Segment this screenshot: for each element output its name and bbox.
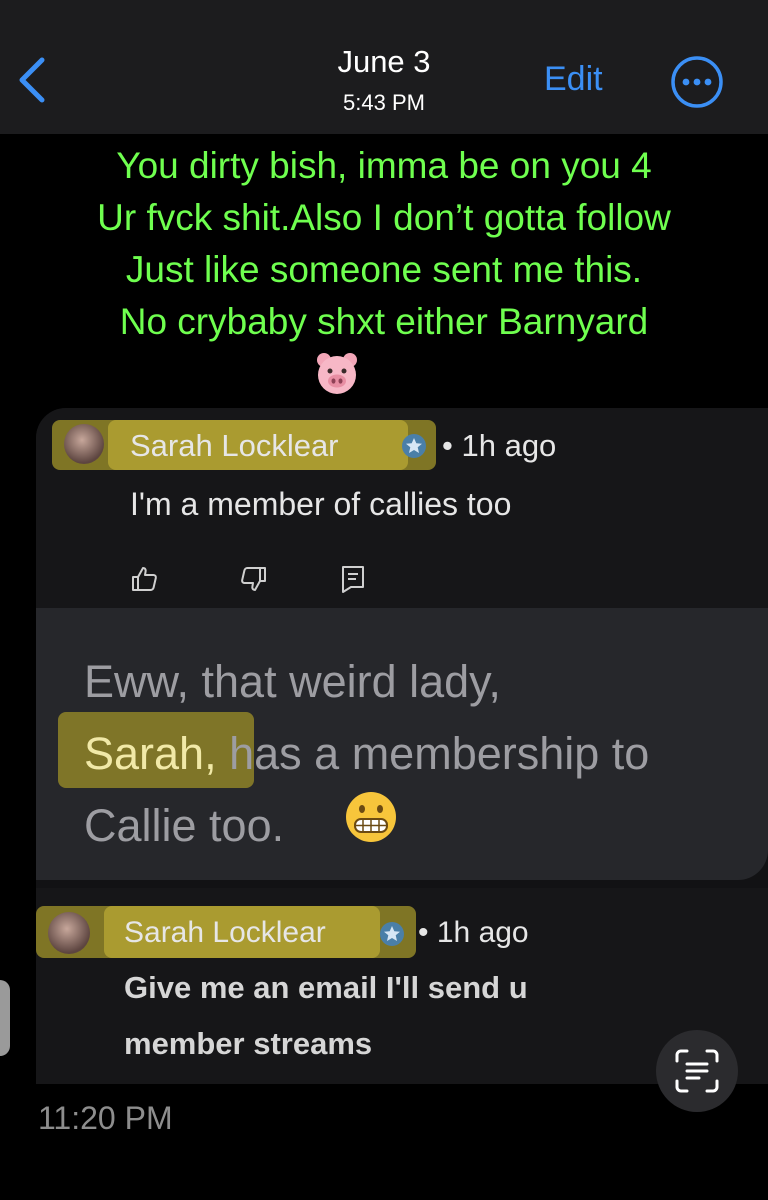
conversation-header: June 3 5:43 PM Edit	[0, 0, 768, 134]
verified-badge-icon	[402, 434, 426, 458]
quote-line: has a membership to	[229, 728, 650, 779]
message-caption: You dirty bish, imma be on you 4 Ur fvck…	[0, 140, 768, 348]
quote-text: Eww, that weird lady, Sarah, has a membe…	[84, 646, 764, 862]
pig-face-icon	[317, 353, 357, 394]
avatar	[48, 912, 90, 954]
ellipsis-circle-icon[interactable]	[670, 55, 724, 109]
meta-separator: •	[418, 916, 429, 949]
comment-author: Sarah Locklear	[124, 916, 326, 949]
edit-button[interactable]: Edit	[544, 60, 603, 99]
reply-icon[interactable]	[338, 564, 368, 594]
comment-meta: • 1h ago	[418, 916, 529, 950]
comment-text: member streams	[124, 1026, 373, 1061]
live-text-scan-icon	[675, 1049, 719, 1093]
message-timestamp: 11:20 PM	[38, 1100, 173, 1136]
caption-line: Just like someone sent me this.	[125, 249, 643, 290]
thumbs-up-icon[interactable]	[130, 564, 160, 594]
comment-time: 1h ago	[436, 916, 529, 949]
meta-separator: •	[442, 428, 453, 463]
verified-badge-icon	[380, 922, 404, 946]
header-time: 5:43 PM	[343, 90, 425, 115]
quote-highlighted-name: Sarah,	[84, 728, 217, 779]
comment-author: Sarah Locklear	[130, 428, 339, 463]
caption-line: No crybaby shxt either Barnyard	[119, 301, 649, 342]
comment-meta: • 1h ago	[442, 428, 556, 464]
quote-line: Eww, that weird lady,	[84, 656, 501, 707]
caption-line: Ur fvck shit.Also I don’t gotta follow	[97, 197, 671, 238]
scroll-edge	[0, 980, 10, 1056]
comment-text: Give me an email I'll send u	[124, 970, 528, 1005]
grimacing-face-icon	[346, 792, 396, 842]
comment-text: I'm a member of callies too	[130, 486, 512, 522]
caption-line: You dirty bish, imma be on you 4	[116, 145, 652, 186]
live-text-button[interactable]	[656, 1030, 738, 1112]
quote-line: Callie too.	[84, 800, 285, 851]
comment-time: 1h ago	[461, 428, 557, 463]
header-date: June 3	[337, 44, 431, 79]
thumbs-down-icon[interactable]	[238, 564, 268, 594]
avatar	[64, 424, 104, 464]
